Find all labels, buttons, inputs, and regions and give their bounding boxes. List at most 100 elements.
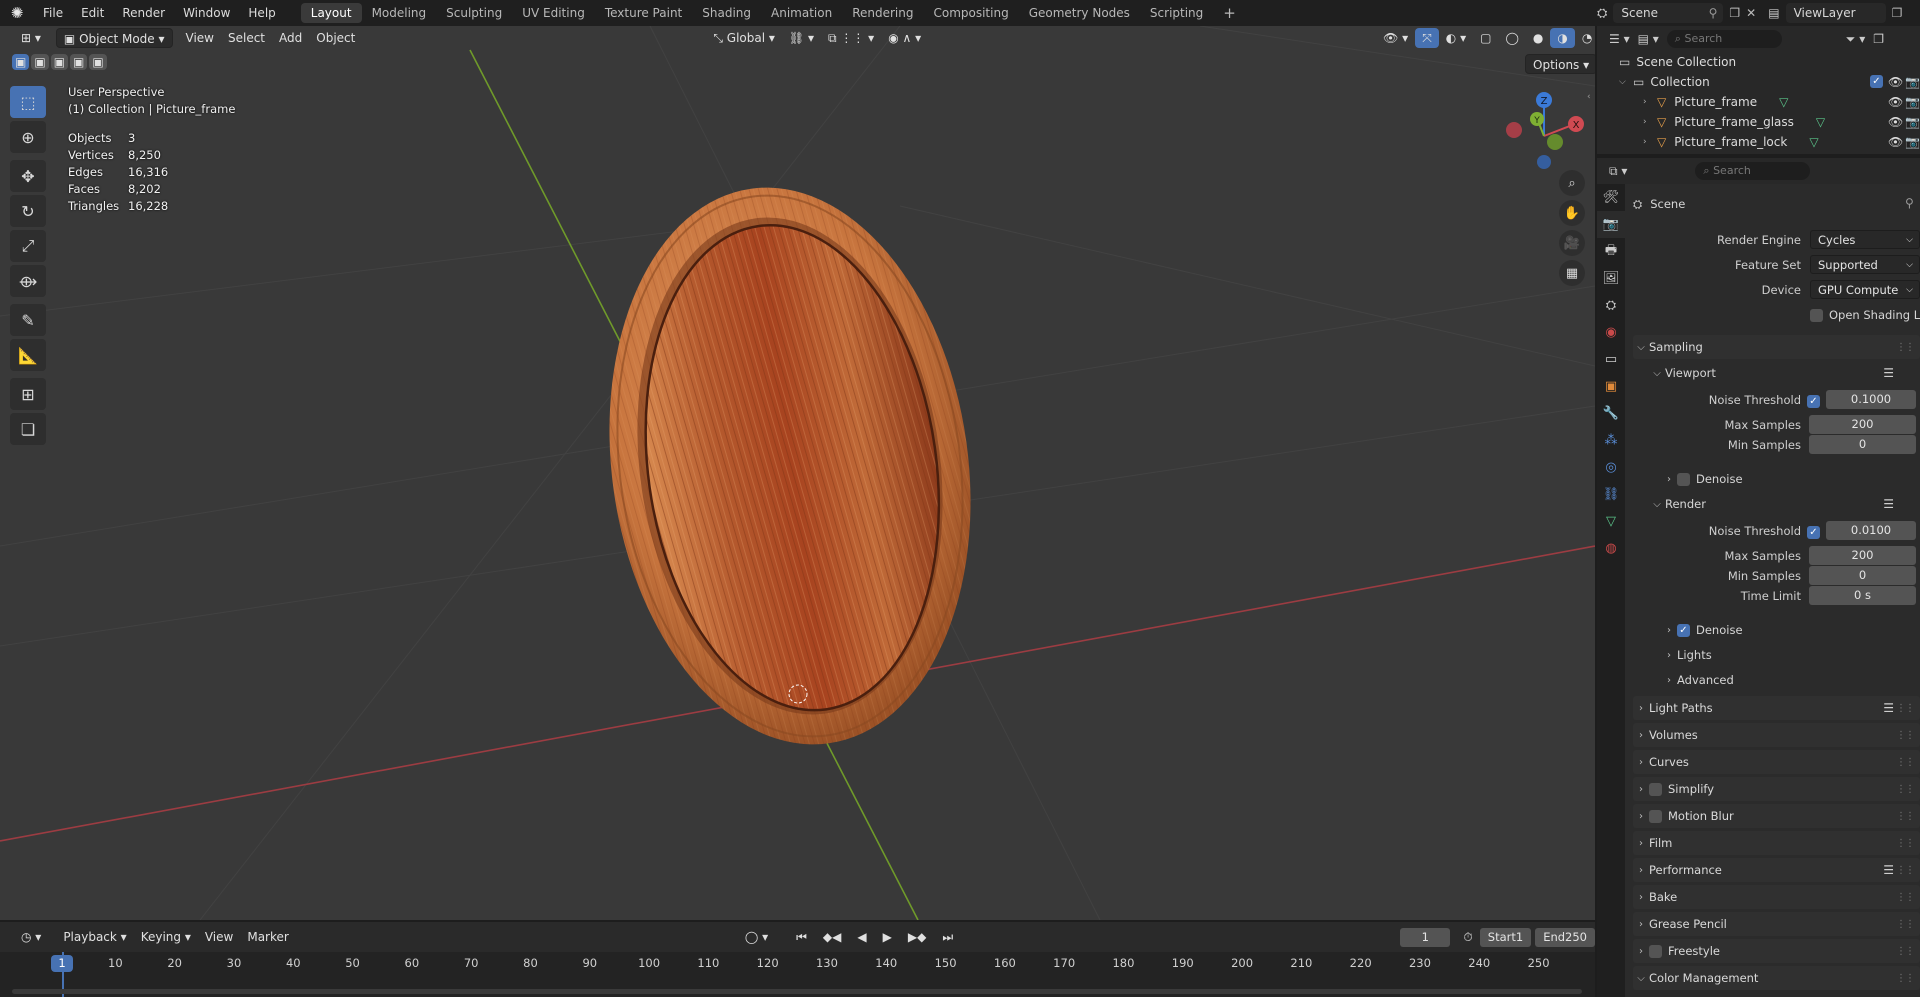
select-new-icon[interactable]: ▣ — [12, 54, 30, 70]
drag-grip-icon[interactable]: ⋮⋮ — [1896, 919, 1915, 930]
panel-sampling[interactable]: ⌵ Sampling ⋮⋮ — [1633, 335, 1920, 359]
tab-scripting[interactable]: Scripting — [1140, 3, 1213, 23]
tab-layout[interactable]: Layout — [300, 3, 362, 23]
collection-tab-icon[interactable]: ▭ — [1597, 346, 1625, 373]
scene-selector[interactable]: Scene ⚲ — [1613, 3, 1724, 23]
tab-rendering[interactable]: Rendering — [842, 3, 923, 23]
world-tab-icon[interactable]: ◉ — [1597, 319, 1625, 346]
3d-viewport[interactable]: ⊞ ▾ ▣ Object Mode ▾ View Select Add Obje… — [0, 26, 1595, 920]
menu-object[interactable]: Object — [309, 28, 362, 48]
shading-material-icon[interactable]: ◑ — [1550, 28, 1575, 48]
prev-keyframe-icon[interactable]: ◆◀ — [816, 927, 848, 947]
shading-solid-icon[interactable]: ● — [1526, 28, 1550, 48]
transform-tool-icon[interactable]: ⟴ — [10, 265, 46, 297]
viewport-noise-threshold-checkbox[interactable]: ✓ — [1807, 395, 1820, 408]
viewport-denoise-checkbox[interactable] — [1677, 472, 1690, 486]
blender-logo-icon[interactable]: ✺ — [0, 4, 34, 22]
constraints-tab-icon[interactable]: ⛓ — [1597, 481, 1625, 508]
eye-icon[interactable]: 👁 — [1888, 75, 1903, 89]
picture-frame-object[interactable] — [575, 164, 1005, 768]
preview-range-icon[interactable]: ⏱ — [1456, 927, 1479, 947]
camera-icon[interactable]: 📷 — [1905, 75, 1920, 89]
modifier-tab-icon[interactable]: 🔧 — [1597, 400, 1625, 427]
timeline-scrollbar[interactable] — [12, 989, 1582, 994]
menu-keying[interactable]: Keying ▾ — [134, 927, 198, 947]
gizmo-toggle-icon[interactable]: ⤧ — [1415, 28, 1439, 48]
current-frame-field[interactable]: 1 — [1400, 927, 1451, 947]
panel-grease-pencil[interactable]: › Grease Pencil ⋮⋮ — [1633, 912, 1920, 936]
panel-curves[interactable]: › Curves ⋮⋮ — [1633, 750, 1920, 774]
physics-tab-icon[interactable]: ◎ — [1597, 454, 1625, 481]
presets-list-icon[interactable]: ☰ — [1883, 701, 1894, 715]
drag-grip-icon[interactable]: ⋮⋮ — [1896, 973, 1915, 984]
outliner-row-collection[interactable]: ⌵ ▭ Collection ✓ 👁 📷 — [1597, 72, 1920, 92]
new-collection-icon[interactable]: ❐ — [1873, 32, 1884, 46]
render-engine-dropdown[interactable]: Cycles ⌵ — [1810, 230, 1920, 249]
drag-grip-icon[interactable]: ⋮⋮ — [1896, 811, 1915, 822]
orientation-selector[interactable]: ⤡ Global ▾ — [706, 28, 782, 48]
subpanel-viewport[interactable]: ⌵ Viewport ☰ — [1649, 363, 1920, 383]
tab-modeling[interactable]: Modeling — [362, 3, 437, 23]
auto-keying-icon[interactable]: ◯ ▾ — [738, 927, 775, 947]
subpanel-viewport-denoise[interactable]: › Denoise — [1661, 469, 1743, 489]
add-cube-tool-icon[interactable]: ⊞ — [10, 378, 46, 410]
cursor-tool-icon[interactable]: ⊕ — [10, 121, 46, 153]
particles-tab-icon[interactable]: ⁂ — [1597, 427, 1625, 454]
measure-tool-icon[interactable]: 📐 — [10, 339, 46, 371]
delete-scene-icon[interactable]: ✕ — [1746, 6, 1756, 20]
select-intersect-icon[interactable]: ▣ — [89, 54, 107, 70]
outliner-row-object[interactable]: › ▽ Picture_frame_glass ▽ 👁 📷 — [1597, 112, 1920, 132]
end-frame-field[interactable]: End 250 — [1535, 927, 1595, 947]
scale-tool-icon[interactable]: ⤢ — [10, 230, 46, 262]
drag-grip-icon[interactable]: ⋮⋮ — [1896, 865, 1915, 876]
timeline-editor-icon[interactable]: ◷ ▾ — [14, 927, 48, 947]
camera-view-icon[interactable]: 🎥 — [1559, 230, 1585, 256]
presets-list-icon[interactable]: ☰ — [1883, 863, 1894, 877]
drag-grip-icon[interactable]: ⋮⋮ — [1896, 342, 1915, 353]
eye-icon[interactable]: 👁 — [1888, 115, 1903, 129]
view-layer-selector[interactable]: ViewLayer — [1785, 3, 1886, 23]
subpanel-advanced[interactable]: › Advanced — [1661, 670, 1734, 690]
scene-tab-icon[interactable]: ⛭ — [1597, 292, 1625, 319]
xray-icon[interactable]: ▢ — [1473, 28, 1498, 48]
outliner-search-input[interactable]: ⌕ Search — [1666, 30, 1782, 48]
eye-icon[interactable]: 👁 — [1888, 95, 1903, 109]
panel-volumes[interactable]: › Volumes ⋮⋮ — [1633, 723, 1920, 747]
outliner-row-object[interactable]: › ▽ Picture_frame_lock ▽ 👁 📷 — [1597, 132, 1920, 152]
data-tab-icon[interactable]: ▽ — [1597, 508, 1625, 535]
play-icon[interactable]: ▶ — [876, 927, 899, 947]
proportional-edit-icon[interactable]: ◉ ∧ ▾ — [881, 28, 928, 48]
pan-hand-icon[interactable]: ✋ — [1559, 200, 1585, 226]
editor-type-icon[interactable]: ⊞ ▾ — [14, 28, 48, 48]
tab-shading[interactable]: Shading — [692, 3, 761, 23]
tab-texture-paint[interactable]: Texture Paint — [595, 3, 692, 23]
zoom-icon[interactable]: ⌕ — [1559, 170, 1585, 196]
device-dropdown[interactable]: GPU Compute ⌵ — [1810, 280, 1920, 299]
output-tab-icon[interactable]: 🖶 — [1597, 238, 1625, 265]
properties-search-input[interactable]: ⌕ Search — [1695, 162, 1811, 180]
snap-icon[interactable]: ⧉ ⋮⋮ ▾ — [821, 28, 881, 48]
presets-list-icon[interactable]: ☰ — [1883, 497, 1894, 511]
menu-playback[interactable]: Playback ▾ — [56, 927, 133, 947]
panel-simplify[interactable]: › Simplify ⋮⋮ — [1633, 777, 1920, 801]
chevron-right-icon[interactable]: › — [1643, 97, 1657, 107]
properties-editor-icon[interactable]: ⧉ ▾ — [1609, 164, 1627, 179]
render-noise-threshold-checkbox[interactable]: ✓ — [1807, 526, 1820, 539]
panel-performance[interactable]: › Performance ☰ ⋮⋮ — [1633, 858, 1920, 882]
viewport-noise-threshold-field[interactable]: 0.1000 — [1826, 390, 1916, 409]
tab-compositing[interactable]: Compositing — [923, 3, 1018, 23]
visibility-icon[interactable]: 👁 ▾ — [1376, 28, 1415, 48]
drag-grip-icon[interactable]: ⋮⋮ — [1896, 730, 1915, 741]
menu-timeline-view[interactable]: View — [198, 927, 240, 947]
jump-end-icon[interactable]: ⏭ — [935, 927, 960, 947]
move-tool-icon[interactable]: ✥ — [10, 160, 46, 192]
jump-start-icon[interactable]: ⏮ — [789, 927, 814, 947]
start-frame-field[interactable]: Start 1 — [1479, 927, 1532, 947]
viewport-max-samples-field[interactable]: 200 — [1809, 415, 1916, 434]
material-tab-icon[interactable]: ◍ — [1597, 535, 1625, 562]
select-invert-icon[interactable]: ▣ — [70, 54, 88, 70]
rotate-tool-icon[interactable]: ↻ — [10, 195, 46, 227]
render-time-limit-field[interactable]: 0 s — [1809, 586, 1916, 605]
subpanel-lights[interactable]: › Lights — [1661, 645, 1712, 665]
menu-add[interactable]: Add — [272, 28, 309, 48]
